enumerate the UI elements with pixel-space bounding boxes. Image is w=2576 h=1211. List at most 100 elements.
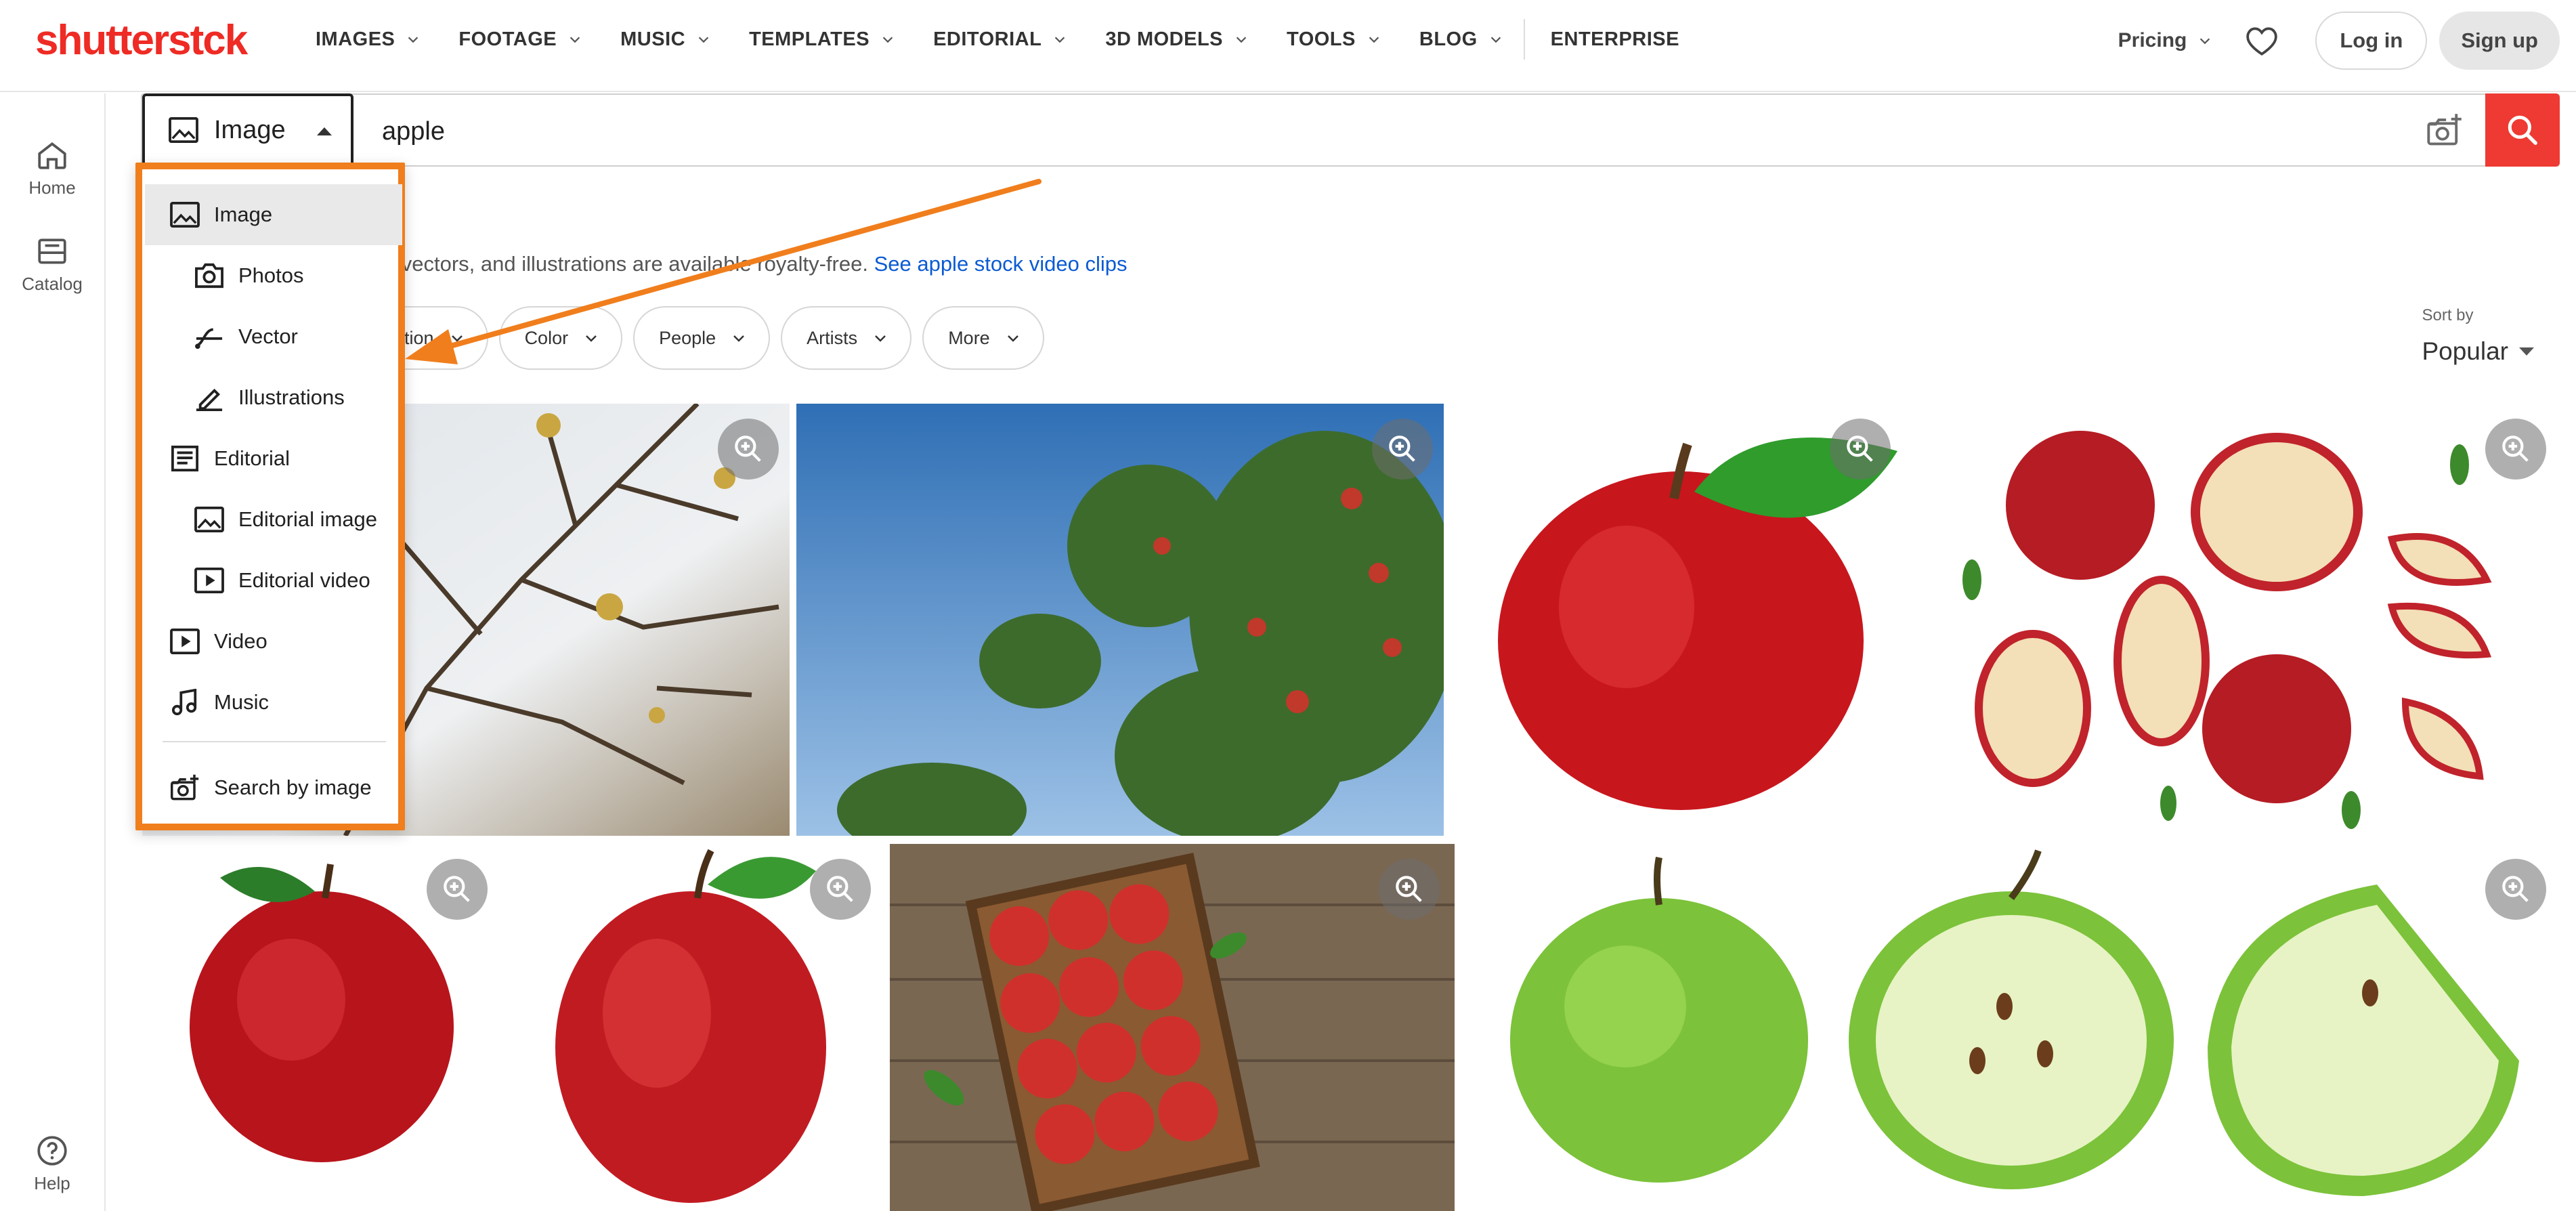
image-icon bbox=[169, 116, 198, 144]
green-apples-photo bbox=[1510, 849, 2519, 1196]
sort-by[interactable]: Sort by Popular bbox=[2422, 306, 2534, 366]
zoom-in-icon bbox=[2502, 435, 2529, 462]
chevron-down-icon bbox=[1236, 37, 1247, 43]
zoom-in-icon bbox=[1389, 435, 1415, 462]
zoom-in-icon bbox=[827, 876, 853, 902]
zoom-button[interactable] bbox=[718, 419, 779, 480]
nav-actions: Pricing Log in Sign up bbox=[2118, 12, 2560, 70]
asset-type-label: Image bbox=[214, 115, 286, 144]
menu-item-editorial[interactable]: Editorial bbox=[145, 428, 402, 489]
nav-templates[interactable]: TEMPLATES bbox=[749, 28, 895, 51]
result-image[interactable] bbox=[1463, 844, 2561, 1211]
apple-slices-photo bbox=[1962, 431, 2492, 829]
caret-up-icon bbox=[317, 127, 332, 135]
music-note-icon bbox=[171, 689, 197, 716]
rail-catalog[interactable]: Catalog bbox=[0, 234, 104, 295]
zoom-button[interactable] bbox=[2485, 859, 2546, 920]
chevron-down-icon bbox=[586, 335, 597, 342]
nav-links: IMAGES FOOTAGE MUSIC TEMPLATES EDITORIAL… bbox=[316, 0, 1717, 79]
camera-icon bbox=[195, 263, 223, 289]
search-button[interactable] bbox=[2485, 93, 2560, 167]
chevron-down-icon bbox=[1007, 335, 1018, 342]
chevron-down-icon bbox=[408, 37, 418, 43]
filter-color[interactable]: Color bbox=[498, 306, 623, 370]
image-icon bbox=[194, 506, 224, 533]
zoom-button[interactable] bbox=[427, 859, 488, 920]
search-icon bbox=[2508, 115, 2537, 145]
zoom-button[interactable] bbox=[1830, 419, 1891, 480]
chevron-down-icon bbox=[2200, 38, 2210, 45]
result-image[interactable] bbox=[890, 844, 1455, 1211]
chevron-down-icon bbox=[875, 335, 886, 342]
nav-divider bbox=[1523, 19, 1525, 60]
zoom-in-icon bbox=[735, 435, 761, 462]
video-clips-link[interactable]: See apple stock video clips bbox=[874, 252, 1128, 276]
login-button[interactable]: Log in bbox=[2315, 12, 2428, 70]
filter-people[interactable]: People bbox=[633, 306, 771, 370]
caret-down-icon bbox=[2519, 347, 2534, 356]
nav-footage[interactable]: FOOTAGE bbox=[458, 28, 582, 51]
chevron-down-icon bbox=[882, 37, 893, 43]
result-image[interactable] bbox=[142, 844, 494, 1211]
shutterstock-logo[interactable]: shutterstck bbox=[35, 16, 248, 64]
editorial-icon bbox=[171, 445, 198, 472]
zoom-in-icon bbox=[1396, 876, 1422, 902]
chevron-down-icon bbox=[451, 335, 463, 342]
nav-music[interactable]: MUSIC bbox=[620, 28, 711, 51]
menu-item-editorial-image[interactable]: Editorial image bbox=[145, 489, 402, 550]
result-image[interactable] bbox=[1451, 404, 1911, 836]
heart-icon[interactable] bbox=[2245, 25, 2279, 56]
menu-item-editorial-video[interactable]: Editorial video bbox=[145, 550, 402, 611]
chevron-down-icon bbox=[733, 335, 745, 342]
home-icon bbox=[38, 142, 66, 169]
result-image[interactable] bbox=[501, 844, 886, 1211]
left-rail: Home Catalog Help bbox=[0, 93, 106, 1211]
apple-crate-photo bbox=[890, 844, 1455, 1211]
nav-enterprise[interactable]: ENTERPRISE bbox=[1551, 28, 1679, 51]
menu-item-illustrations[interactable]: Illustrations bbox=[145, 367, 402, 428]
apple-tree-photo bbox=[796, 404, 1444, 836]
zoom-button[interactable] bbox=[810, 859, 871, 920]
pen-icon bbox=[196, 388, 223, 411]
signup-button[interactable]: Sign up bbox=[2439, 12, 2560, 70]
zoom-button[interactable] bbox=[1372, 419, 1433, 480]
result-image[interactable] bbox=[796, 404, 1444, 836]
menu-item-music[interactable]: Music bbox=[145, 672, 402, 733]
chevron-down-icon bbox=[1490, 37, 1501, 43]
asset-type-select[interactable]: Image bbox=[142, 93, 353, 167]
search-by-image-icon[interactable] bbox=[2426, 112, 2464, 148]
search-input[interactable] bbox=[382, 112, 2346, 150]
menu-item-photos[interactable]: Photos bbox=[145, 245, 402, 306]
chevron-down-icon bbox=[698, 37, 709, 43]
nav-images[interactable]: IMAGES bbox=[316, 28, 421, 51]
nav-tools[interactable]: TOOLS bbox=[1287, 28, 1381, 51]
sort-by-caption: Sort by bbox=[2422, 306, 2474, 324]
results-info: s, vectors, and illustrations are availa… bbox=[379, 252, 1128, 276]
zoom-button[interactable] bbox=[2485, 419, 2546, 480]
chevron-down-icon bbox=[570, 37, 580, 43]
menu-item-image[interactable]: Image bbox=[145, 184, 402, 245]
menu-item-vector[interactable]: Vector bbox=[145, 306, 402, 367]
rail-home[interactable]: Home bbox=[0, 138, 104, 198]
nav-editorial[interactable]: EDITORIAL bbox=[933, 28, 1067, 51]
menu-item-video[interactable]: Video bbox=[145, 611, 402, 672]
chevron-down-icon bbox=[1369, 37, 1379, 43]
sort-by-value: Popular bbox=[2422, 337, 2534, 366]
video-icon bbox=[170, 628, 200, 655]
filter-more[interactable]: More bbox=[922, 306, 1044, 370]
nav-3d-models[interactable]: 3D MODELS bbox=[1105, 28, 1249, 51]
rail-help[interactable]: Help bbox=[0, 1134, 104, 1194]
top-navigation: shutterstck IMAGES FOOTAGE MUSIC TEMPLAT… bbox=[0, 0, 2576, 92]
filter-artists[interactable]: Artists bbox=[781, 306, 912, 370]
search-bar: Image bbox=[141, 93, 2560, 167]
menu-item-search-by-image[interactable]: Search by image bbox=[145, 757, 402, 818]
chevron-down-icon bbox=[1055, 37, 1065, 43]
zoom-in-icon bbox=[1847, 435, 1873, 462]
video-icon bbox=[194, 567, 224, 594]
camera-plus-icon bbox=[171, 774, 199, 801]
zoom-button[interactable] bbox=[1379, 859, 1440, 920]
nav-blog[interactable]: BLOG bbox=[1419, 28, 1503, 51]
asset-type-dropdown: Image Photos Vector Illustrations Editor… bbox=[135, 163, 405, 830]
pricing-menu[interactable]: Pricing bbox=[2118, 29, 2213, 52]
result-image[interactable] bbox=[1918, 404, 2561, 836]
